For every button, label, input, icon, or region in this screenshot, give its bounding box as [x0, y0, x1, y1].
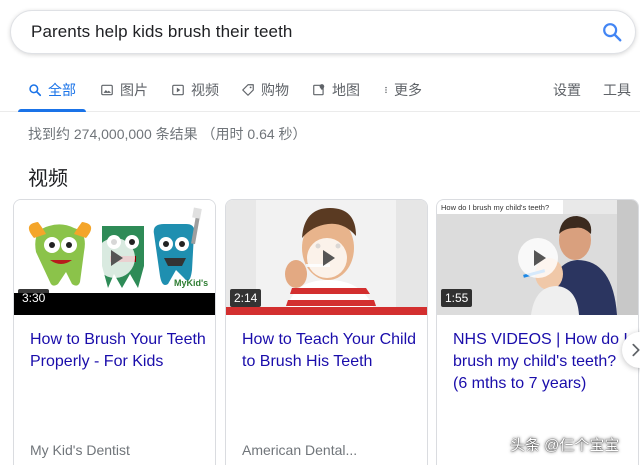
- brand-logo-text: MyKid's: [174, 278, 208, 288]
- search-tabs: 全部 图片 视频 购物 地图 更多 设置 工具: [0, 62, 640, 112]
- settings-link[interactable]: 设置: [553, 80, 581, 100]
- search-icon: [603, 23, 622, 42]
- thumbnail-caption: How do I brush my child's teeth?: [441, 203, 549, 212]
- active-tab-indicator: [18, 109, 86, 112]
- tab-more[interactable]: 更多: [382, 80, 422, 100]
- more-vert-icon: [385, 86, 387, 94]
- tab-label: 全部: [48, 82, 76, 98]
- play-button[interactable]: [94, 237, 135, 278]
- video-title-link[interactable]: NHS VIDEOS | How do I brush my child's t…: [453, 329, 629, 395]
- tab-label: 购物: [261, 82, 289, 98]
- play-button[interactable]: [306, 237, 347, 278]
- video-card[interactable]: MyKid's 3:30 How to Brush Your Teeth Pro…: [13, 199, 216, 465]
- tab-shopping[interactable]: 购物: [241, 80, 289, 100]
- tab-label: 工具: [603, 82, 631, 98]
- result-stats: 找到约 274,000,000 条结果 （用时 0.64 秒）: [28, 126, 307, 142]
- video-title-link[interactable]: How to Brush Your Teeth Properly - For K…: [30, 329, 206, 373]
- tab-label: 设置: [553, 82, 581, 98]
- section-title: 视频: [28, 168, 68, 190]
- tab-label: 地图: [332, 82, 360, 98]
- video-source: My Kid's Dentist: [30, 442, 130, 458]
- play-icon: [172, 84, 184, 96]
- watermark: 头条 @仨个宝宝: [510, 437, 620, 454]
- map-icon: [313, 84, 325, 96]
- video-title-link[interactable]: How to Teach Your Child to Brush His Tee…: [242, 329, 418, 373]
- image-icon: [101, 84, 113, 96]
- tab-label: 更多: [394, 82, 422, 98]
- video-thumbnail[interactable]: MyKid's 3:30: [14, 200, 215, 315]
- search-button[interactable]: [601, 21, 623, 43]
- tab-maps[interactable]: 地图: [312, 80, 360, 100]
- video-duration: 2:14: [230, 289, 262, 307]
- video-duration: 1:55: [441, 289, 473, 307]
- play-button[interactable]: [517, 237, 558, 278]
- tab-videos[interactable]: 视频: [171, 80, 219, 100]
- video-card[interactable]: 2:14 How to Teach Your Child to Brush Hi…: [225, 199, 428, 465]
- search-input[interactable]: Parents help kids brush their teeth: [31, 11, 292, 53]
- video-card[interactable]: How do I brush my child's teeth? 1:55 NH…: [436, 199, 639, 465]
- tag-icon: [242, 84, 254, 96]
- tab-images[interactable]: 图片: [100, 80, 148, 100]
- chevron-right-icon: [632, 343, 640, 357]
- tab-label: 图片: [120, 82, 148, 98]
- search-bar: Parents help kids brush their teeth: [10, 10, 636, 54]
- video-duration: 3:30: [18, 289, 50, 307]
- tools-link[interactable]: 工具: [603, 80, 631, 100]
- video-thumbnail[interactable]: 2:14: [226, 200, 427, 315]
- search-icon: [29, 84, 42, 97]
- video-thumbnail[interactable]: How do I brush my child's teeth? 1:55: [437, 200, 638, 315]
- tab-label: 视频: [191, 82, 219, 98]
- video-source: American Dental...: [242, 442, 358, 458]
- tab-all[interactable]: 全部: [28, 80, 76, 100]
